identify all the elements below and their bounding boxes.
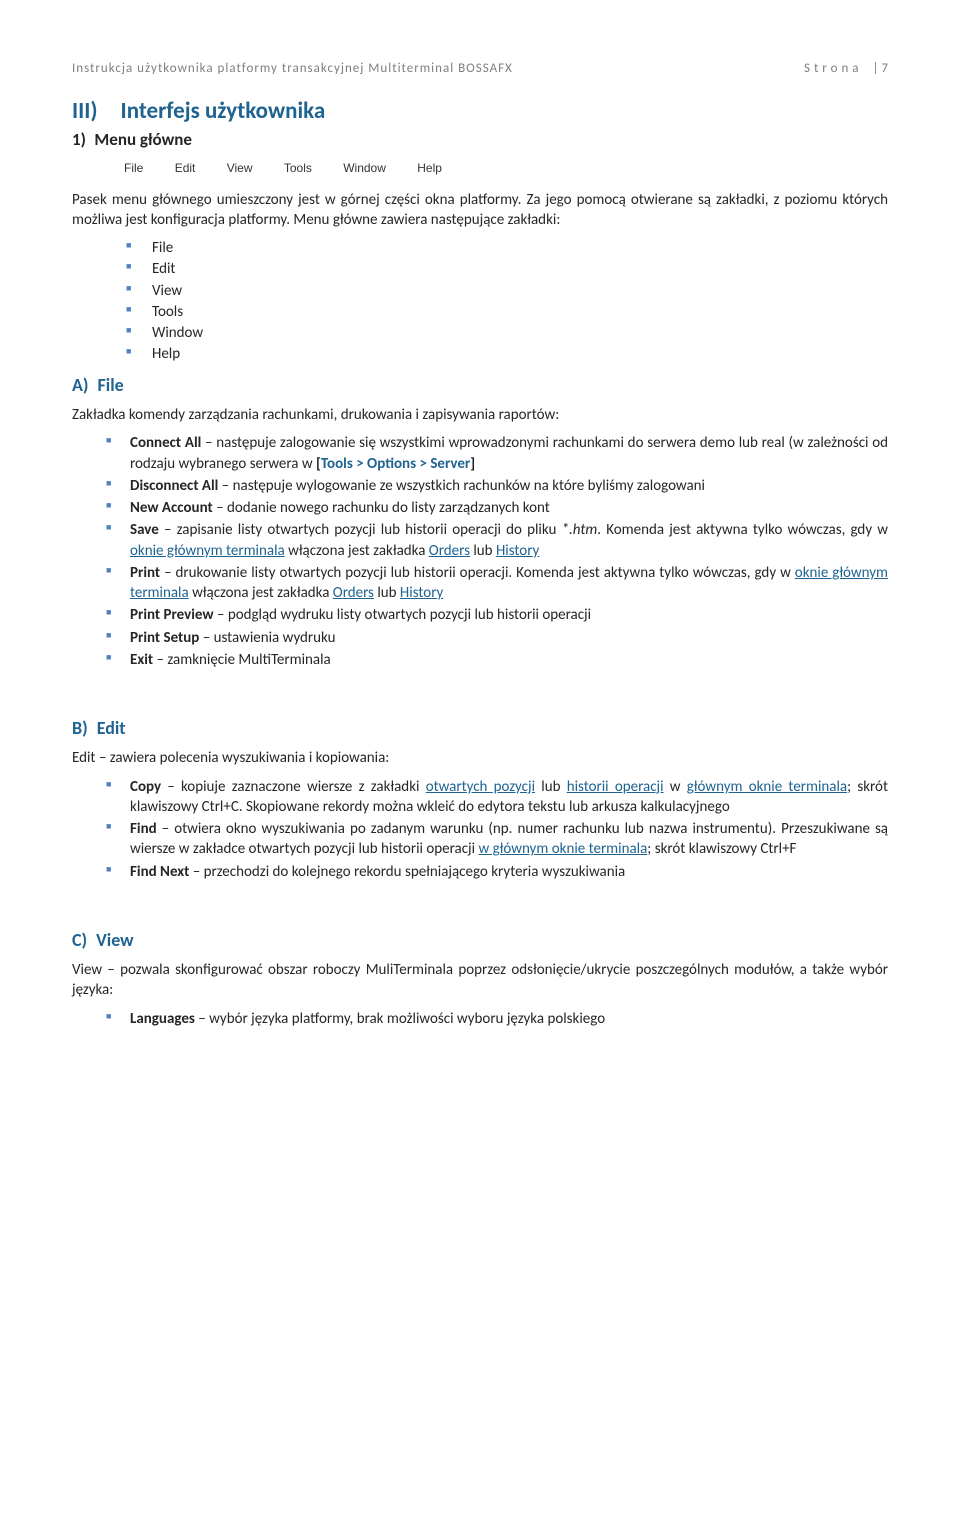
menubar-file: File bbox=[110, 161, 157, 175]
link-history[interactable]: History bbox=[400, 584, 443, 602]
list-item: Find – otwiera okno wyszukiwania po zada… bbox=[130, 819, 888, 860]
link-orders[interactable]: Orders bbox=[429, 542, 470, 560]
menubar-window: Window bbox=[329, 161, 400, 175]
link-main-window[interactable]: oknie głównym terminala bbox=[130, 542, 285, 560]
heading-b-edit: B) Edit bbox=[72, 716, 888, 740]
menubar-tools: Tools bbox=[270, 161, 326, 175]
list-item: Connect All – następuje zalogowanie się … bbox=[130, 433, 888, 474]
paragraph-edit: Edit – zawiera polecenia wyszukiwania i … bbox=[72, 748, 888, 768]
doc-title: Instrukcja użytkownika platformy transak… bbox=[72, 60, 513, 78]
edit-commands-list: Copy – kopiuje zaznaczone wiersze z zakł… bbox=[72, 777, 888, 882]
heading-iii: III) Interfejs użytkownika bbox=[72, 96, 888, 127]
link-history[interactable]: History bbox=[496, 542, 539, 560]
menubar-illustration: File Edit View Tools Window Help bbox=[110, 160, 456, 176]
list-item: Save – zapisanie listy otwartych pozycji… bbox=[130, 520, 888, 561]
list-item: Copy – kopiuje zaznaczone wiersze z zakł… bbox=[130, 777, 888, 818]
heading-a-file: A) File bbox=[72, 373, 888, 397]
link-open-positions[interactable]: otwartych pozycji bbox=[426, 778, 535, 796]
list-item: Print Setup – ustawienia wydruku bbox=[130, 628, 888, 648]
list-item: Languages – wybór języka platformy, brak… bbox=[130, 1009, 888, 1029]
list-item: Disconnect All – następuje wylogowanie z… bbox=[130, 476, 888, 496]
view-commands-list: Languages – wybór języka platformy, brak… bbox=[72, 1009, 888, 1029]
page-header: Instrukcja użytkownika platformy transak… bbox=[72, 60, 888, 78]
page-number: Strona | 7 bbox=[804, 60, 888, 78]
paragraph-view: View – pozwala skonfigurować obszar robo… bbox=[72, 960, 888, 1001]
link-orders[interactable]: Orders bbox=[333, 584, 374, 602]
list-item: Print – drukowanie listy otwartych pozyc… bbox=[130, 563, 888, 604]
list-item: Print Preview – podgląd wydruku listy ot… bbox=[130, 605, 888, 625]
menubar-edit: Edit bbox=[161, 161, 210, 175]
list-item: Edit bbox=[152, 259, 888, 279]
list-item: Exit – zamknięcie MultiTerminala bbox=[130, 650, 888, 670]
heading-c-view: C) View bbox=[72, 928, 888, 952]
menu-items-list: File Edit View Tools Window Help bbox=[72, 238, 888, 365]
link-in-main-terminal-window[interactable]: w głównym oknie terminala bbox=[478, 840, 647, 858]
list-item: Tools bbox=[152, 302, 888, 322]
list-item: Window bbox=[152, 323, 888, 343]
list-item: File bbox=[152, 238, 888, 258]
link-operation-history[interactable]: historii operacji bbox=[567, 778, 664, 796]
paragraph-intro: Pasek menu głównego umieszczony jest w g… bbox=[72, 190, 888, 231]
paragraph-file: Zakładka komendy zarządzania rachunkami,… bbox=[72, 405, 888, 425]
list-item: Help bbox=[152, 344, 888, 364]
menubar-help: Help bbox=[403, 161, 456, 175]
link-main-terminal-window[interactable]: głównym oknie terminala bbox=[687, 778, 847, 796]
file-commands-list: Connect All – następuje zalogowanie się … bbox=[72, 433, 888, 670]
list-item: Find Next – przechodzi do kolejnego reko… bbox=[130, 862, 888, 882]
heading-1: 1) Menu główne bbox=[72, 129, 888, 152]
list-item: New Account – dodanie nowego rachunku do… bbox=[130, 498, 888, 518]
menubar-view: View bbox=[213, 161, 267, 175]
list-item: View bbox=[152, 281, 888, 301]
